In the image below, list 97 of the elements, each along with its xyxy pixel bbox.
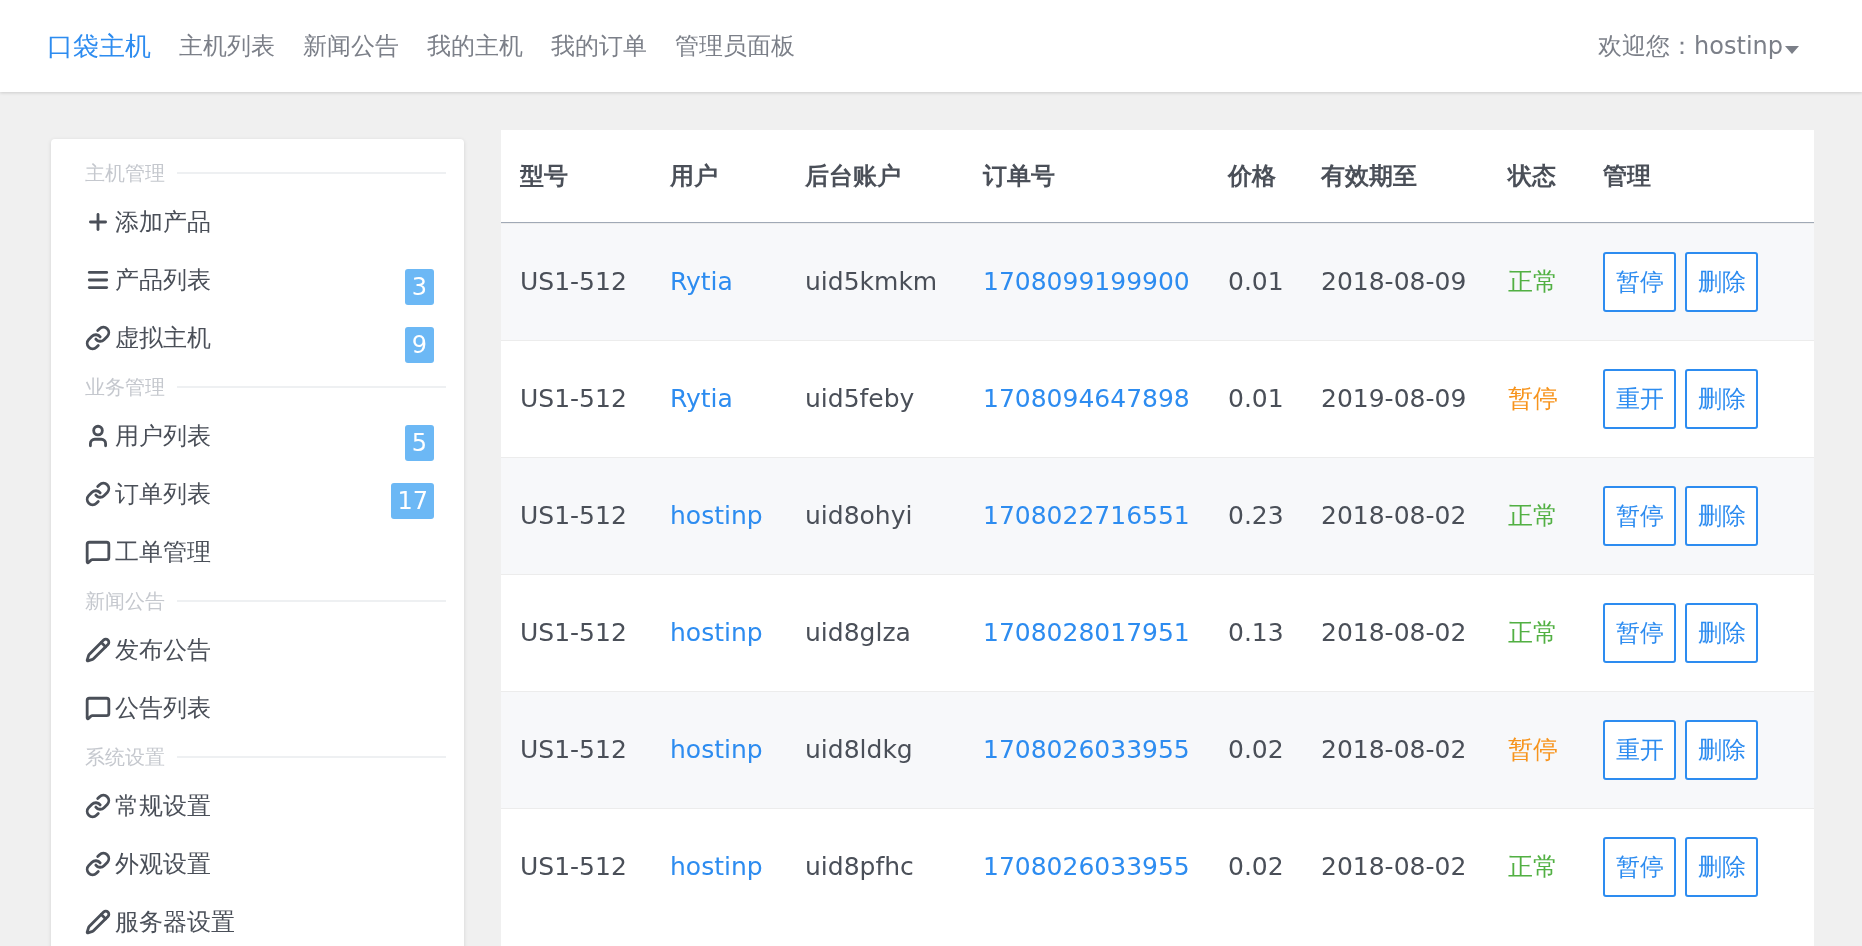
order-link[interactable]: 1708028017951 [983, 618, 1190, 648]
table-cell: US1-512 [520, 267, 627, 297]
column-header: 订单号 [983, 162, 1055, 190]
table-cell: 0.02 [1228, 735, 1284, 765]
action-button[interactable]: 删除 [1685, 603, 1758, 663]
action-button[interactable]: 暂停 [1603, 486, 1676, 546]
action-button[interactable]: 重开 [1603, 369, 1676, 429]
count-badge: 9 [405, 327, 434, 363]
table-cell: US1-512 [520, 384, 627, 414]
table-cell: 0.01 [1228, 267, 1284, 297]
user-link[interactable]: hostinp [670, 852, 763, 882]
table-cell: 0.23 [1228, 501, 1284, 531]
table-cell: 0.13 [1228, 618, 1284, 648]
count-badge: 3 [405, 269, 434, 305]
link-icon [85, 793, 111, 819]
table-cell: 0.01 [1228, 384, 1284, 414]
caret-icon [1785, 46, 1799, 54]
action-button[interactable]: 删除 [1685, 369, 1758, 429]
nav-link[interactable]: 我的订单 [551, 28, 647, 64]
table-cell: 2019-08-09 [1321, 384, 1467, 414]
table-cell: US1-512 [520, 501, 627, 531]
table-cell: US1-512 [520, 618, 627, 648]
order-link[interactable]: 1708099199900 [983, 267, 1190, 297]
user-link[interactable]: hostinp [670, 735, 763, 765]
pencil-icon [85, 637, 111, 663]
table-cell: 2018-08-09 [1321, 267, 1467, 297]
sidebar-item[interactable]: 常规设置 [115, 788, 211, 824]
count-badge: 17 [391, 483, 434, 519]
nav-link[interactable]: 管理员面板 [675, 28, 795, 64]
status-text: 正常 [1508, 852, 1558, 882]
column-header: 状态 [1508, 162, 1556, 190]
table-cell: uid8ldkg [805, 735, 913, 765]
column-header: 后台账户 [805, 162, 901, 190]
nav-link[interactable]: 主机列表 [179, 28, 275, 64]
order-link[interactable]: 1708094647898 [983, 384, 1190, 414]
column-header: 用户 [670, 162, 718, 190]
status-text: 暂停 [1508, 384, 1558, 414]
action-button[interactable]: 删除 [1685, 486, 1758, 546]
count-badge: 5 [405, 425, 434, 461]
pencil-icon [85, 909, 111, 935]
sidebar-item[interactable]: 服务器设置 [115, 904, 235, 940]
user-link[interactable]: Rytia [670, 384, 733, 414]
nav-link[interactable]: 我的主机 [427, 28, 523, 64]
sidebar-item[interactable]: 虚拟主机 [115, 320, 211, 356]
order-link[interactable]: 1708022716551 [983, 501, 1190, 531]
link-icon [85, 481, 111, 507]
link-icon [85, 325, 111, 351]
action-button[interactable]: 删除 [1685, 252, 1758, 312]
column-header: 管理 [1603, 162, 1651, 190]
section-heading: 新闻公告 [85, 588, 165, 615]
action-button[interactable]: 暂停 [1603, 837, 1676, 897]
table-cell: 0.02 [1228, 852, 1284, 882]
action-button[interactable]: 删除 [1685, 720, 1758, 780]
section-heading: 业务管理 [85, 374, 165, 401]
link-icon [85, 851, 111, 877]
section-heading: 系统设置 [85, 744, 165, 771]
section-heading: 主机管理 [85, 160, 165, 187]
brand-link[interactable]: 口袋主机 [47, 26, 151, 66]
status-text: 正常 [1508, 267, 1558, 297]
sidebar-item[interactable]: 公告列表 [115, 690, 211, 726]
action-button[interactable]: 暂停 [1603, 252, 1676, 312]
user-link[interactable]: Rytia [670, 267, 733, 297]
chat-bubble-icon [85, 539, 111, 565]
user-link[interactable]: hostinp [670, 618, 763, 648]
table-cell: 2018-08-02 [1321, 852, 1467, 882]
status-text: 正常 [1508, 618, 1558, 648]
table-cell: uid8glza [805, 618, 911, 648]
user-link[interactable]: hostinp [670, 501, 763, 531]
status-text: 暂停 [1508, 735, 1558, 765]
action-button[interactable]: 删除 [1685, 837, 1758, 897]
sidebar-item[interactable]: 添加产品 [115, 204, 211, 240]
action-button[interactable]: 重开 [1603, 720, 1676, 780]
sidebar-item[interactable]: 订单列表 [115, 476, 211, 512]
order-link[interactable]: 1708026033955 [983, 735, 1190, 765]
status-text: 正常 [1508, 501, 1558, 531]
user-menu[interactable]: 欢迎您：hostinp [1598, 28, 1783, 64]
table-cell: uid8ohyi [805, 501, 913, 531]
table-cell: uid5kmkm [805, 267, 938, 297]
table-cell: uid8pfhc [805, 852, 914, 882]
nav-link[interactable]: 新闻公告 [303, 28, 399, 64]
sidebar-item[interactable]: 发布公告 [115, 632, 211, 668]
column-header: 有效期至 [1321, 162, 1417, 190]
table-cell: US1-512 [520, 735, 627, 765]
sidebar-item[interactable]: 工单管理 [115, 534, 211, 570]
sidebar-item[interactable]: 产品列表 [115, 262, 211, 298]
sidebar-item[interactable]: 外观设置 [115, 846, 211, 882]
table-cell: uid5feby [805, 384, 915, 414]
column-header: 价格 [1228, 162, 1276, 190]
table-cell: 2018-08-02 [1321, 735, 1467, 765]
order-link[interactable]: 1708026033955 [983, 852, 1190, 882]
column-header: 型号 [520, 162, 568, 190]
chat-bubble-icon [85, 695, 111, 721]
sidebar-item[interactable]: 用户列表 [115, 418, 211, 454]
table-cell: 2018-08-02 [1321, 618, 1467, 648]
table-cell: 2018-08-02 [1321, 501, 1467, 531]
action-button[interactable]: 暂停 [1603, 603, 1676, 663]
table-cell: US1-512 [520, 852, 627, 882]
